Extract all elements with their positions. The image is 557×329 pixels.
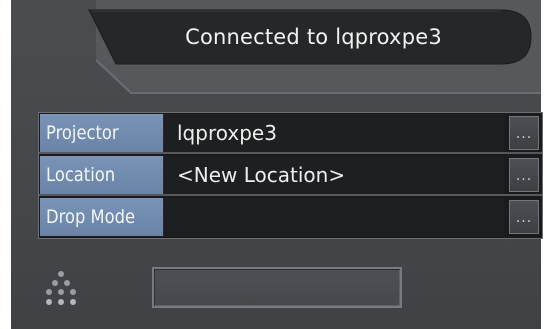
row-divider: [39, 194, 542, 196]
busy-dots-icon: [46, 271, 76, 305]
connection-panel: Connected to lqproxpe3 Projector lqproxp…: [11, 0, 543, 329]
row-drop-mode: Drop Mode ...: [39, 197, 542, 237]
location-browse-button[interactable]: ...: [509, 158, 539, 192]
projector-browse-button[interactable]: ...: [509, 116, 539, 150]
row-location: Location <New Location> ...: [39, 155, 542, 196]
action-button[interactable]: [152, 267, 402, 308]
drop-mode-value: [165, 198, 504, 236]
drop-mode-label: Drop Mode: [40, 198, 164, 236]
location-value: <New Location>: [165, 156, 504, 194]
row-projector: Projector lqproxpe3 ...: [39, 113, 542, 154]
connection-status: Connected to lqproxpe3: [185, 25, 442, 49]
settings-table: Projector lqproxpe3 ... Location <New Lo…: [38, 112, 543, 239]
location-label: Location: [40, 156, 164, 194]
row-divider: [39, 152, 542, 154]
drop-mode-browse-button[interactable]: ...: [509, 200, 539, 234]
projector-value: lqproxpe3: [165, 114, 504, 152]
projector-label: Projector: [40, 114, 164, 152]
